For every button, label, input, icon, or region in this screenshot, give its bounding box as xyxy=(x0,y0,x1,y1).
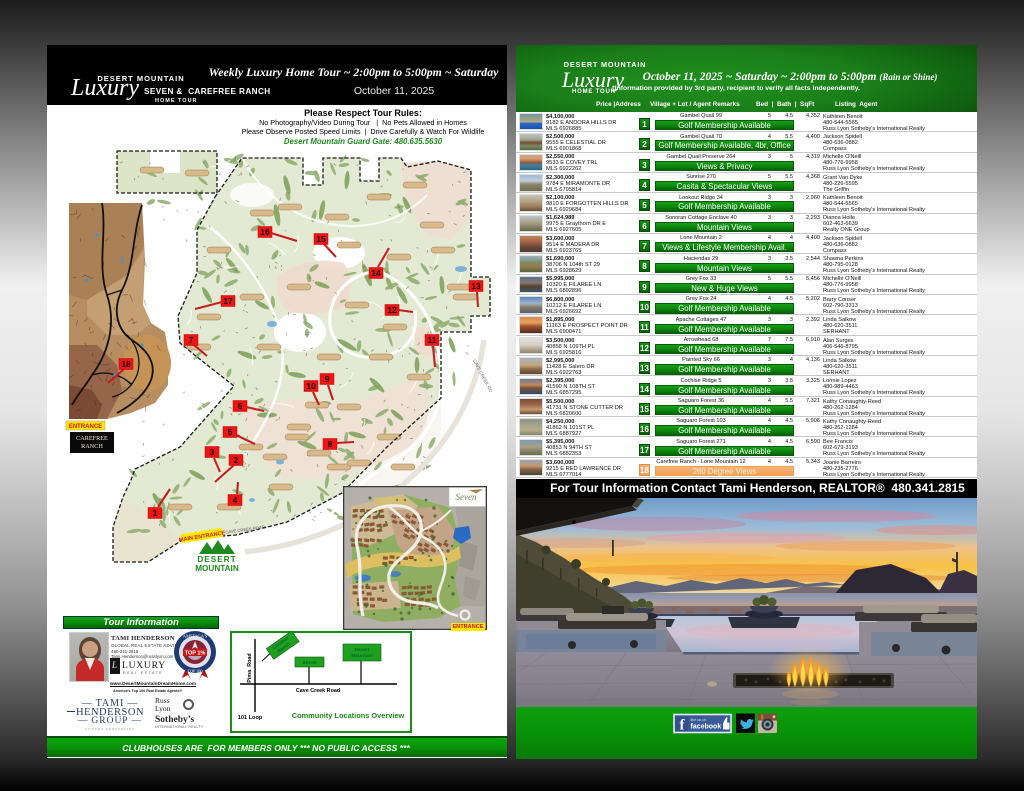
svg-text:like us on: like us on xyxy=(691,718,707,722)
svg-text:facebook: facebook xyxy=(691,724,722,731)
svg-text:12: 12 xyxy=(387,305,397,315)
svg-text:4: 4 xyxy=(233,495,238,505)
svg-text:2: 2 xyxy=(234,455,239,465)
svg-text:Community Locations Overview: Community Locations Overview xyxy=(292,711,405,720)
svg-text:14: 14 xyxy=(371,268,381,278)
svg-text:1: 1 xyxy=(153,508,158,518)
svg-text:TOP 100: TOP 100 xyxy=(187,669,202,674)
svg-text:Seven: Seven xyxy=(302,660,316,666)
svg-text:TOP 1%: TOP 1% xyxy=(185,651,206,657)
svg-text:DESERT: DESERT xyxy=(197,555,236,564)
svg-text:8: 8 xyxy=(328,439,333,449)
svg-text:16: 16 xyxy=(260,227,270,237)
svg-text:13: 13 xyxy=(471,281,481,291)
svg-text:6: 6 xyxy=(238,401,243,411)
svg-text:17: 17 xyxy=(223,296,233,306)
svg-text:9: 9 xyxy=(325,374,330,384)
svg-text:MOUNTAIN: MOUNTAIN xyxy=(195,564,239,573)
svg-text:11: 11 xyxy=(428,335,437,345)
svg-text:Pima Road: Pima Road xyxy=(247,653,253,682)
svg-text:101 Loop: 101 Loop xyxy=(238,715,263,721)
svg-text:7: 7 xyxy=(189,335,194,345)
svg-text:Cave Creek Road: Cave Creek Road xyxy=(296,688,340,694)
svg-text:3: 3 xyxy=(210,447,215,457)
svg-text:RANCH: RANCH xyxy=(81,443,103,450)
svg-text:10: 10 xyxy=(306,381,316,391)
svg-text:Mountain: Mountain xyxy=(351,653,372,659)
svg-text:Seven: Seven xyxy=(456,492,477,502)
svg-text:CAREFREE: CAREFREE xyxy=(76,435,108,442)
svg-text:15: 15 xyxy=(316,234,326,244)
svg-text:18: 18 xyxy=(121,359,131,369)
svg-text:Desert: Desert xyxy=(355,647,370,653)
svg-text:AMERICA'S: AMERICA'S xyxy=(183,633,208,638)
svg-text:5: 5 xyxy=(228,427,233,437)
svg-text:ENTRANCE: ENTRANCE xyxy=(69,424,102,430)
